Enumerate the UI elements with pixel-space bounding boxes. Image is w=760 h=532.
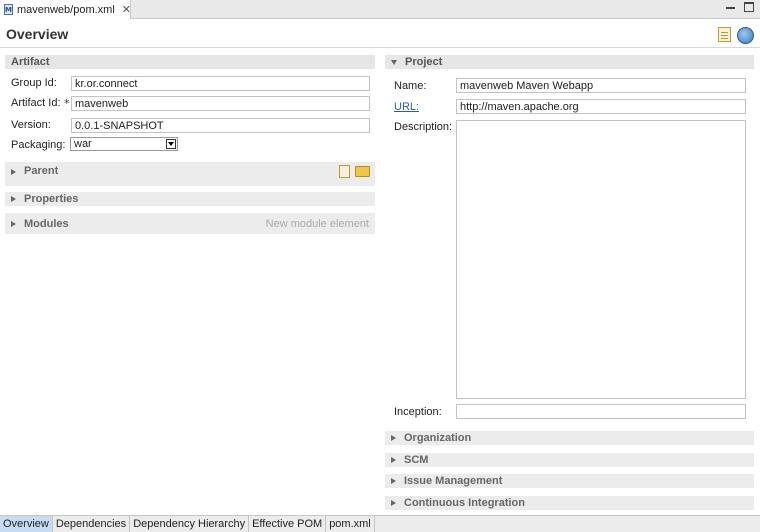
refresh-icon[interactable] (737, 27, 754, 44)
title-toolbar (718, 27, 754, 44)
url-field[interactable]: http://maven.apache.org (456, 99, 746, 114)
continuous-integration-section[interactable]: Continuous Integration (385, 496, 754, 510)
expand-arrow-icon (11, 196, 16, 202)
open-folder-icon[interactable] (355, 166, 370, 177)
name-label: Name: (394, 80, 427, 92)
tab-dependencies[interactable]: Dependencies (53, 516, 131, 532)
url-link[interactable]: URL: (394, 101, 419, 113)
parent-section[interactable]: Parent (5, 162, 375, 186)
project-section-header[interactable]: Project (385, 55, 754, 69)
maven-file-icon: M (4, 4, 13, 15)
artifact-section-title: Artifact (11, 56, 50, 68)
show-pom-icon[interactable] (718, 27, 731, 42)
packaging-select[interactable]: war (70, 137, 178, 151)
page-title: Overview (6, 26, 69, 42)
chevron-down-icon (166, 139, 176, 149)
name-field[interactable]: mavenweb Maven Webapp (456, 78, 746, 93)
properties-section[interactable]: Properties (5, 192, 375, 206)
tab-overview[interactable]: Overview (0, 516, 53, 532)
editor-tab-label: mavenweb/pom.xml (16, 3, 115, 16)
window-controls (726, 2, 754, 12)
parent-section-title: Parent (24, 165, 59, 177)
tab-dependency-hierarchy[interactable]: Dependency Hierarchy (130, 516, 250, 532)
properties-section-title: Properties (24, 193, 79, 205)
tab-pom-xml[interactable]: pom.xml (326, 516, 375, 532)
organization-section-title: Organization (404, 432, 472, 444)
project-section-title: Project (405, 56, 443, 68)
issue-management-section-title: Issue Management (404, 475, 503, 487)
close-icon[interactable]: ✕ (122, 3, 131, 16)
group-id-label: Group Id: (11, 77, 57, 89)
inception-label: Inception: (394, 406, 442, 418)
expand-arrow-icon (11, 169, 16, 175)
version-field[interactable]: 0.0.1-SNAPSHOT (71, 118, 370, 133)
required-marker: * (64, 97, 70, 110)
description-label: Description: (394, 121, 453, 133)
expand-arrow-icon (391, 435, 396, 441)
scm-section[interactable]: SCM (385, 453, 754, 467)
artifact-section-header: Artifact (5, 55, 375, 69)
header-divider (0, 47, 760, 48)
expand-arrow-icon (11, 220, 16, 227)
description-textarea[interactable] (456, 120, 746, 399)
inception-field[interactable] (456, 404, 746, 419)
new-module-link[interactable]: New module element (266, 218, 369, 230)
packaging-label: Packaging: (11, 139, 66, 151)
collapse-arrow-icon (391, 59, 397, 65)
minimize-icon[interactable] (726, 7, 735, 9)
issue-management-section[interactable]: Issue Management (385, 474, 754, 488)
expand-arrow-icon (391, 500, 396, 506)
artifact-id-label: Artifact Id: (11, 97, 61, 109)
maximize-icon[interactable] (744, 2, 754, 12)
continuous-integration-section-title: Continuous Integration (404, 497, 525, 509)
modules-section[interactable]: Modules New module element (5, 213, 375, 234)
tab-effective-pom[interactable]: Effective POM (249, 516, 327, 532)
version-label: Version: (11, 119, 51, 131)
modules-section-title: Modules (24, 217, 69, 230)
group-id-field[interactable]: kr.or.connect (71, 76, 370, 91)
create-pom-icon[interactable] (339, 165, 350, 178)
expand-arrow-icon (391, 457, 396, 463)
editor-tab-pom[interactable]: M mavenweb/pom.xml ✕ (0, 0, 131, 19)
organization-section[interactable]: Organization (385, 431, 754, 445)
parent-toolbar (339, 165, 370, 178)
packaging-value: war (74, 138, 92, 150)
editor-tab-bar: M mavenweb/pom.xml ✕ (0, 0, 760, 19)
editor-page-tabs: Overview Dependencies Dependency Hierarc… (0, 515, 760, 532)
scm-section-title: SCM (404, 454, 429, 466)
artifact-id-field[interactable]: mavenweb (71, 96, 370, 111)
expand-arrow-icon (391, 478, 396, 484)
